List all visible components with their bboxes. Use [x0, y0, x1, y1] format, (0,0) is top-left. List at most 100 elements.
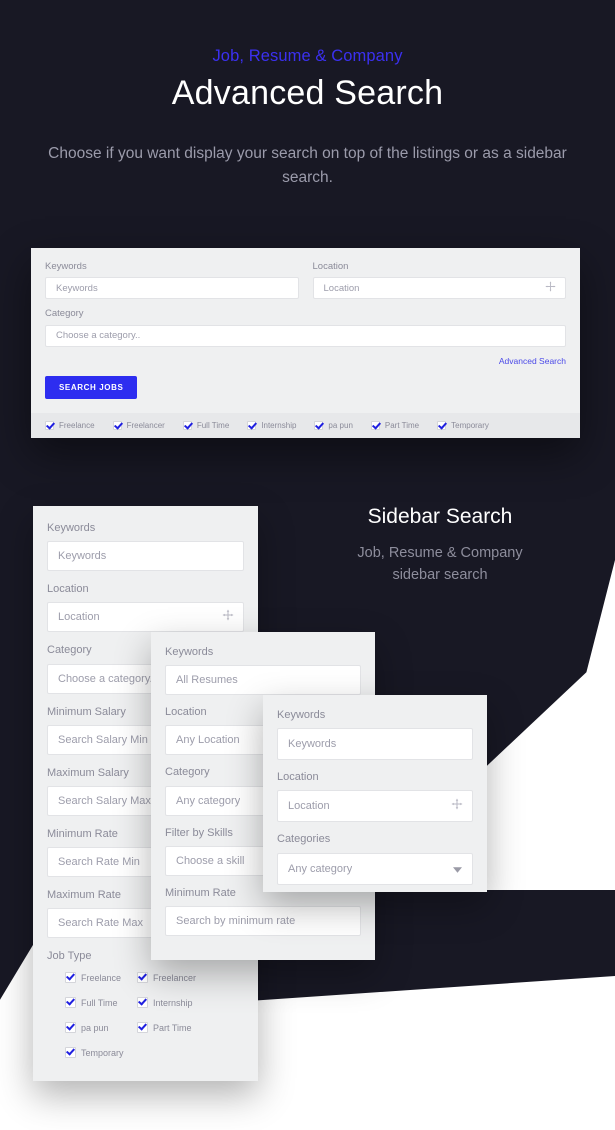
checkbox-label: Temporary — [451, 421, 489, 430]
sidebar-search-heading-block: Sidebar Search Job, Resume & Company sid… — [310, 503, 570, 587]
company-sidebar-search-card: Keywords Keywords Location Location Categori… — [263, 695, 487, 892]
checkmark-icon — [65, 997, 76, 1009]
company-sidebar-location-placeholder: Location — [288, 800, 330, 813]
company-sidebar-field-label-categories: Categories — [277, 833, 331, 846]
job-sidebar-checkbox-temporary[interactable]: Temporary — [65, 1047, 137, 1059]
top-panel-checkbox-pa-pun[interactable]: pa pun — [314, 421, 353, 430]
keywords-input[interactable]: Keywords — [45, 277, 299, 300]
checkbox-label: Temporary — [81, 1047, 124, 1058]
company-sidebar-location-input[interactable]: Location — [277, 790, 473, 823]
checkmark-icon — [137, 997, 148, 1009]
search-jobs-button[interactable]: SEARCH JOBS — [45, 375, 138, 399]
resume-sidebar-keywords-input[interactable]: All Resumes — [165, 665, 361, 696]
hero-eyebrow: Job, Resume & Company — [212, 47, 403, 65]
hero-subtitle: Choose if you want display your search o… — [48, 144, 567, 186]
resume-sidebar-keywords-placeholder: All Resumes — [176, 674, 238, 687]
job-sidebar-checkbox-full-time[interactable]: Full Time — [65, 997, 137, 1009]
job-sidebar-checkbox-part-time[interactable]: Part Time — [137, 1022, 209, 1034]
resume-sidebar-field-group-keywords: Keywords All Resumes — [165, 646, 361, 696]
checkbox-label: Full Time — [196, 421, 230, 430]
page-title: Advanced Search — [171, 74, 444, 113]
resume-sidebar-category-placeholder: Any category — [176, 794, 241, 807]
locate-icon[interactable] — [222, 608, 234, 626]
locate-icon[interactable] — [545, 279, 556, 297]
company-sidebar-field-group-categories: Categories Any category — [277, 833, 473, 885]
checkmark-icon — [137, 972, 148, 984]
job-sidebar-field-group-location: Location Location — [47, 583, 244, 633]
field-label-keywords: Keywords — [45, 261, 87, 272]
job-sidebar-keywords-placeholder: Keywords — [58, 550, 107, 563]
category-placeholder: Choose a category.. — [56, 330, 141, 342]
checkmark-icon — [137, 1022, 148, 1034]
checkbox-label: Freelancer — [126, 421, 165, 430]
job-sidebar-location-placeholder: Location — [58, 611, 100, 624]
company-sidebar-fields: Keywords Keywords Location Location Categori… — [277, 709, 473, 885]
checkbox-label: Part Time — [153, 1022, 192, 1033]
job-sidebar-minimum-rate-placeholder: Search Rate Min — [58, 856, 140, 869]
top-panel-checkbox-freelance[interactable]: Freelance — [45, 421, 95, 430]
top-panel-checkbox-freelancer[interactable]: Freelancer — [112, 421, 165, 430]
company-sidebar-field-group-location: Location Location — [277, 771, 473, 823]
top-panel-checkbox-part-time[interactable]: Part Time — [370, 421, 420, 430]
top-panel-checkbox-internship[interactable]: Internship — [247, 421, 296, 430]
chevron-down-icon[interactable] — [453, 860, 462, 878]
job-sidebar-checkbox-pa-pun[interactable]: pa pun — [65, 1022, 137, 1034]
job-sidebar-checkbox-freelance[interactable]: Freelance — [65, 972, 137, 984]
location-input[interactable]: Location — [312, 277, 566, 300]
sidebar-search-subtitle-line1: Job, Resume & Company — [357, 545, 523, 562]
checkmark-icon — [370, 421, 380, 430]
checkbox-label: Part Time — [384, 421, 420, 430]
checkmark-icon — [314, 421, 324, 430]
field-group-category: Category Choose a category.. — [45, 308, 566, 347]
field-group-location: Location Location — [312, 261, 566, 300]
job-sidebar-checkbox-freelancer[interactable]: Freelancer — [137, 972, 209, 984]
job-sidebar-field-group-keywords: Keywords Keywords — [47, 522, 244, 572]
checkbox-label: Freelance — [59, 421, 95, 430]
job-sidebar-category-placeholder: Choose a category.. — [58, 672, 156, 685]
job-sidebar-keywords-input[interactable]: Keywords — [47, 541, 244, 572]
job-sidebar-location-input[interactable]: Location — [47, 602, 244, 633]
field-label-category: Category — [45, 308, 84, 320]
checkmark-icon — [182, 421, 192, 430]
company-sidebar-keywords-input[interactable]: Keywords — [277, 728, 473, 761]
job-sidebar-maximum-salary-placeholder: Search Salary Max — [58, 794, 151, 807]
resume-sidebar-location-placeholder: Any Location — [176, 734, 240, 747]
checkmark-icon — [437, 421, 447, 430]
company-sidebar-categories-placeholder: Any category — [288, 862, 353, 875]
job-sidebar-checkbox-internship[interactable]: Internship — [137, 997, 209, 1009]
top-panel-checkbox-temporary[interactable]: Temporary — [437, 421, 489, 430]
checkbox-label: Full Time — [81, 997, 118, 1008]
company-sidebar-categories-input[interactable]: Any category — [277, 852, 473, 885]
job-type-checkbox-row: Freelance Freelancer Full Time Internship pa… — [31, 413, 580, 438]
category-input[interactable]: Choose a category.. — [45, 324, 566, 347]
checkmark-icon — [45, 421, 54, 430]
company-sidebar-keywords-placeholder: Keywords — [288, 738, 337, 751]
checkmark-icon — [112, 421, 122, 430]
job-sidebar-field-label-keywords: Keywords — [47, 522, 96, 534]
advanced-search-link[interactable]: Advanced Search — [45, 356, 566, 366]
checkbox-label: Freelancer — [153, 972, 197, 983]
resume-sidebar-minimum-rate-input[interactable]: Search by minimum rate — [165, 905, 361, 936]
checkbox-label: pa pun — [81, 1022, 109, 1033]
checkbox-label: Internship — [261, 421, 297, 430]
checkbox-label: Internship — [153, 997, 193, 1008]
location-placeholder: Location — [323, 282, 360, 294]
checkmark-icon — [65, 1047, 76, 1059]
top-panel-checkbox-full-time[interactable]: Full Time — [182, 421, 230, 430]
field-label-location: Location — [312, 261, 349, 272]
job-sidebar-minimum-salary-placeholder: Search Salary Min — [58, 733, 148, 746]
company-sidebar-field-label-keywords: Keywords — [277, 709, 326, 721]
hero-section: Job, Resume & Company Advanced Search Ch… — [0, 0, 615, 190]
sidebar-search-title: Sidebar Search — [367, 505, 513, 528]
field-group-keywords: Keywords Keywords — [45, 261, 299, 300]
sidebar-search-subtitle: Job, Resume & Company sidebar search — [310, 543, 570, 587]
top-search-panel: Keywords Keywords Location Location Cate… — [31, 248, 580, 438]
checkmark-icon — [247, 421, 257, 430]
resume-sidebar-minimum-rate-placeholder: Search by minimum rate — [176, 914, 296, 927]
company-sidebar-field-label-location: Location — [277, 771, 319, 784]
locate-icon[interactable] — [451, 797, 463, 815]
sidebar-search-subtitle-line2: sidebar search — [392, 567, 488, 584]
checkbox-label: Freelance — [81, 972, 122, 983]
job-type-checkbox-grid: Freelance Freelancer Full Time Internship pa… — [47, 972, 244, 1059]
checkmark-icon — [65, 1022, 76, 1034]
